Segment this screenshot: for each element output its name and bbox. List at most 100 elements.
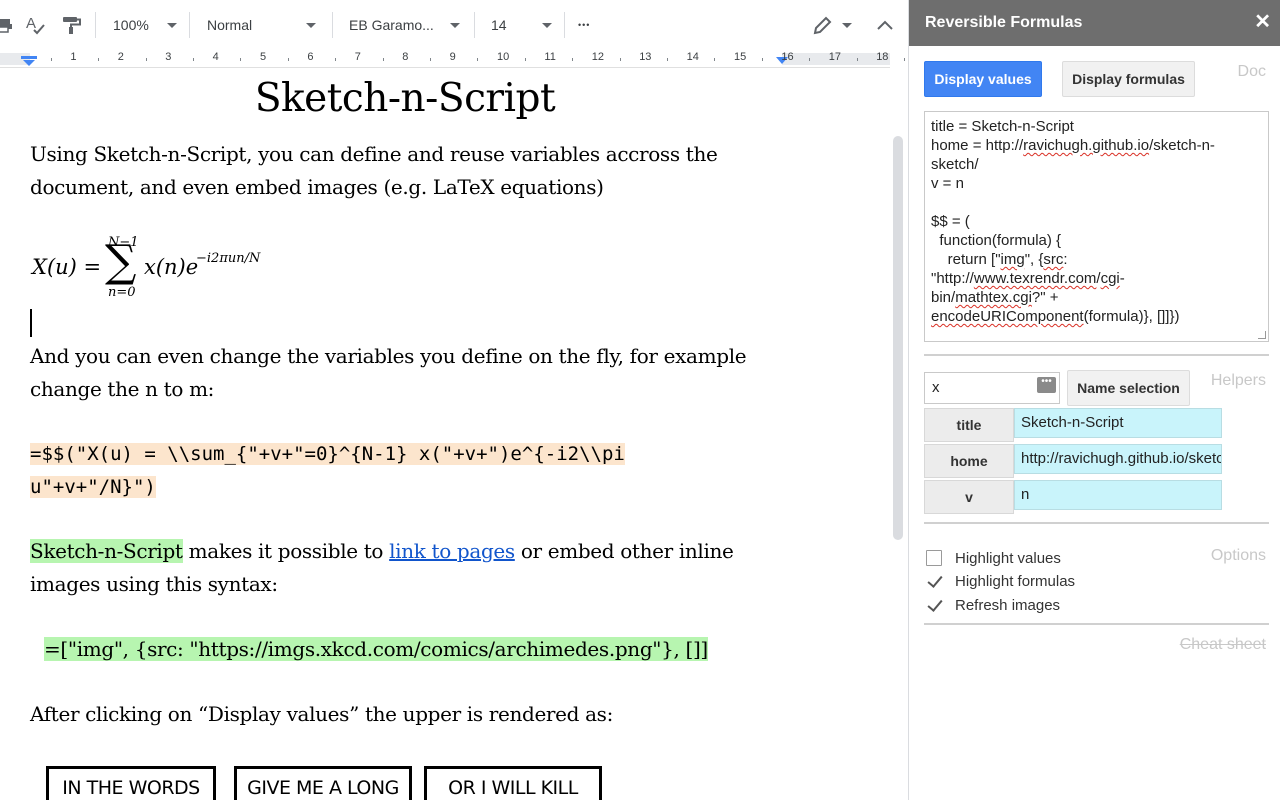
keyboard-icon[interactable]: •••	[1037, 377, 1056, 393]
variable-key[interactable]: title	[924, 408, 1014, 442]
equation-lhs: X(u) =	[32, 255, 102, 279]
sidebar-header: Reversible Formulas ✕	[909, 0, 1280, 46]
chevron-down-icon	[542, 22, 552, 28]
ruler-tick	[761, 58, 763, 61]
font-size-select[interactable]: 14	[491, 0, 557, 50]
paragraph-style-select[interactable]: Normal	[207, 0, 327, 50]
toolbar-divider	[564, 12, 565, 38]
fourier-equation-image[interactable]: X(u) = ∑ N−1 n=0 x(n)e −i2πun/N	[30, 232, 310, 304]
equation-term: x(n)e	[144, 255, 199, 279]
ruler-label: 9	[449, 51, 456, 63]
option-highlight-formulas[interactable]: Highlight formulas	[926, 571, 1075, 591]
font-family-select[interactable]: EB Garamo...	[349, 0, 469, 50]
document-scrollbar-thumb[interactable]	[893, 136, 903, 540]
image-formula[interactable]: =["img", {src: "https://imgs.xkcd.com/co…	[44, 633, 804, 666]
equation-exponent: −i2πun/N	[196, 251, 261, 266]
comic-panel: GIVE ME A LONG	[234, 766, 412, 800]
resize-handle[interactable]	[1258, 331, 1266, 339]
variable-row: v n	[924, 480, 1222, 514]
toolbar-divider	[332, 12, 333, 38]
ruler-tick	[382, 58, 384, 61]
paint-format-icon[interactable]	[60, 0, 82, 50]
hide-menus-button[interactable]	[876, 0, 894, 50]
document-page[interactable]: Sketch-n-Script Using Sketch-n-Script, y…	[0, 68, 890, 800]
ruler-label: 15	[734, 51, 747, 63]
ruler-tick	[477, 58, 479, 61]
variable-value-field[interactable]: n	[1014, 480, 1222, 510]
toolbar-divider	[474, 12, 475, 38]
equation-lower: n=0	[108, 285, 136, 300]
ruler[interactable]: 1 2 3 4 5 6 7 8 9 10 11 12 13 14 15 16 17 18	[0, 50, 905, 68]
toolbar-divider	[189, 12, 190, 38]
paragraph-intro: Using Sketch-n-Script, you can define an…	[30, 142, 718, 199]
ruler-label: 4	[212, 51, 219, 63]
ruler-tick	[572, 58, 574, 61]
ruler-tick	[903, 58, 905, 61]
zoom-select[interactable]: 100%	[113, 0, 183, 50]
link-to-pages[interactable]: link to pages	[389, 539, 515, 563]
formula-line-1: =$$("X(u) = \\sum_{"+v+"=0}^{N-1} x("+v+…	[30, 443, 625, 465]
comic-panel: OR I WILL KILL	[424, 766, 602, 800]
zoom-value: 100%	[113, 17, 149, 33]
ruler-label: 5	[260, 51, 267, 63]
spellcheck-icon[interactable]: A	[24, 0, 48, 50]
more-options-icon[interactable]: •••	[578, 0, 590, 50]
formula-code-block[interactable]: =$$("X(u) = \\sum_{"+v+"=0}^{N-1} x("+v+…	[30, 438, 790, 504]
chevron-down-icon	[167, 22, 177, 28]
section-divider	[924, 354, 1269, 356]
ruler-label: 10	[497, 51, 510, 63]
ruler-label: 11	[544, 51, 556, 63]
ruler-tick	[619, 58, 621, 61]
document-title: Sketch-n-Script	[254, 76, 556, 121]
ruler-tick	[856, 58, 858, 61]
ruler-tick	[50, 58, 52, 61]
display-values-button[interactable]: Display values	[924, 61, 1042, 97]
checkbox-checked[interactable]	[926, 597, 942, 613]
option-highlight-values[interactable]: Highlight values	[926, 548, 1061, 568]
font-family-value: EB Garamo...	[349, 17, 434, 33]
paragraph-links: Sketch-n-Script makes it possible to lin…	[30, 539, 734, 596]
helpers-section-label: Helpers	[1210, 372, 1266, 389]
ruler-tick	[145, 58, 147, 61]
formulas-textarea[interactable]: title = Sketch-n-Script home = http://ra…	[924, 111, 1269, 342]
close-icon[interactable]: ✕	[1254, 12, 1271, 32]
ruler-tick	[98, 58, 100, 61]
toolbar-divider	[95, 12, 96, 38]
highlighted-value[interactable]: Sketch-n-Script	[30, 539, 183, 563]
paragraph-style-value: Normal	[207, 17, 253, 33]
font-size-value: 14	[491, 17, 507, 33]
variable-value-field[interactable]: Sketch-n-Script	[1014, 408, 1222, 438]
option-refresh-images[interactable]: Refresh images	[926, 595, 1060, 615]
ruler-label: 2	[117, 51, 124, 63]
left-indent-marker[interactable]	[21, 56, 37, 66]
text-cursor	[30, 309, 32, 337]
variable-value-field[interactable]: http://ravichugh.github.io/sketch-n-sket…	[1014, 444, 1222, 474]
cheat-sheet-link[interactable]: Cheat sheet	[1180, 636, 1266, 654]
editing-mode-button[interactable]	[812, 0, 852, 50]
variable-key[interactable]: home	[924, 444, 1014, 478]
checkbox-checked[interactable]	[926, 573, 942, 589]
checkbox[interactable]	[926, 550, 942, 566]
section-divider	[924, 623, 1269, 625]
editor-toolbar: A 100% Normal EB Garamo... 14 •••	[0, 0, 908, 50]
ruler-label: 1	[70, 51, 77, 63]
ruler-tick	[240, 58, 242, 61]
ruler-label: 12	[591, 51, 605, 63]
ruler-label: 16	[781, 51, 794, 63]
section-divider	[924, 522, 1269, 524]
print-icon[interactable]	[0, 0, 14, 50]
name-selection-button[interactable]: Name selection	[1067, 370, 1190, 406]
equation-upper: N−1	[108, 235, 139, 250]
ruler-tick	[809, 58, 811, 61]
variable-row: home http://ravichugh.github.io/sketch-n…	[924, 444, 1222, 478]
chevron-down-icon	[842, 22, 852, 28]
display-formulas-button[interactable]: Display formulas	[1062, 61, 1195, 97]
variable-row: title Sketch-n-Script	[924, 408, 1222, 442]
chevron-up-icon	[877, 20, 893, 30]
ruler-label: 3	[165, 51, 172, 63]
ruler-tick	[287, 58, 289, 61]
ruler-label: 18	[876, 51, 889, 63]
variable-key[interactable]: v	[924, 480, 1014, 514]
image-formula-text: =["img", {src: "https://imgs.xkcd.com/co…	[44, 637, 708, 661]
ruler-tick	[714, 58, 716, 61]
